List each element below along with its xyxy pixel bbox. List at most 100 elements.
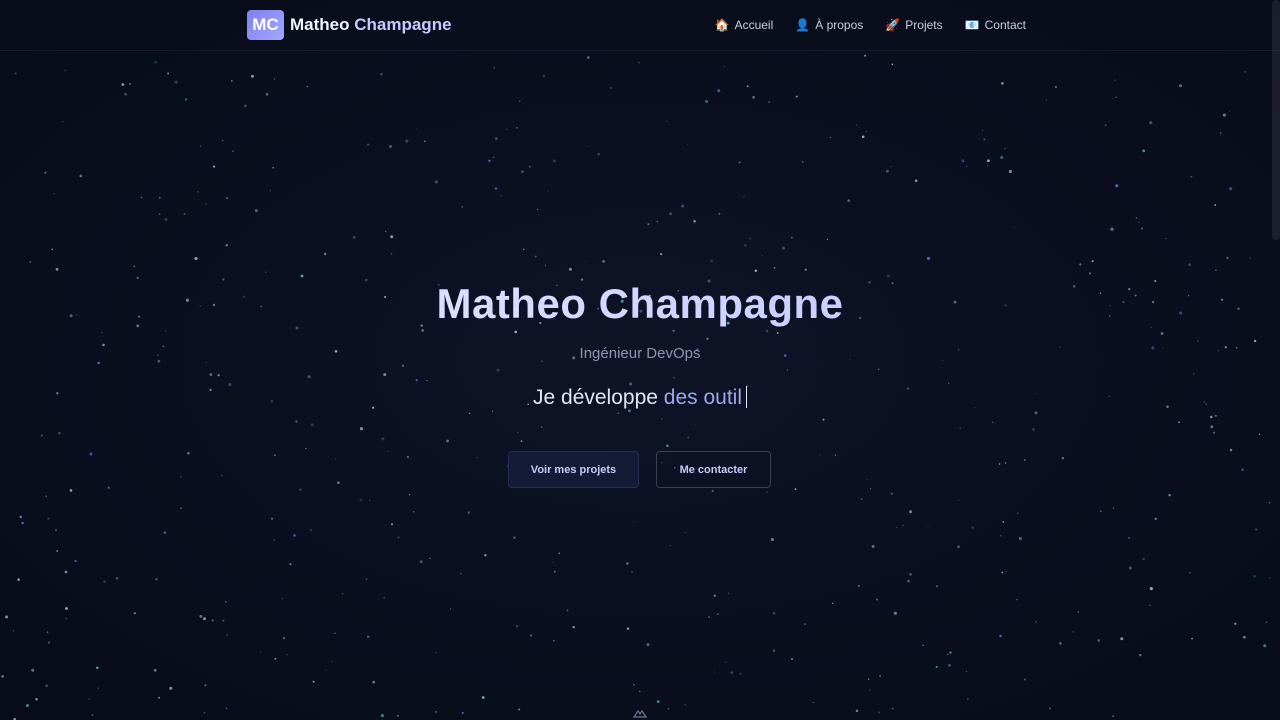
star bbox=[776, 332, 779, 334]
star bbox=[1168, 493, 1171, 497]
star bbox=[999, 535, 1002, 537]
star bbox=[91, 713, 94, 717]
star bbox=[1128, 566, 1132, 570]
star bbox=[638, 690, 641, 693]
page-scrollbar[interactable] bbox=[1272, 0, 1280, 240]
star bbox=[383, 597, 385, 599]
star bbox=[367, 143, 370, 146]
star bbox=[306, 86, 308, 88]
star bbox=[352, 235, 356, 239]
star bbox=[435, 651, 437, 653]
star bbox=[1268, 576, 1271, 579]
star bbox=[1138, 221, 1140, 223]
star bbox=[260, 651, 262, 653]
brand[interactable]: MC Matheo Champagne bbox=[247, 10, 452, 40]
star bbox=[1263, 644, 1267, 648]
star bbox=[909, 572, 912, 576]
star bbox=[158, 196, 161, 199]
star bbox=[121, 83, 125, 86]
star bbox=[298, 488, 302, 491]
star bbox=[886, 274, 890, 278]
star bbox=[390, 523, 394, 526]
star bbox=[31, 668, 35, 672]
star bbox=[1032, 428, 1035, 431]
star bbox=[225, 707, 228, 710]
star bbox=[461, 711, 464, 714]
star bbox=[124, 92, 128, 96]
star bbox=[272, 166, 274, 169]
star bbox=[625, 562, 629, 565]
star bbox=[96, 666, 99, 670]
star bbox=[902, 524, 904, 527]
nav-item-a-propos[interactable]: 👤 À propos bbox=[795, 18, 863, 32]
star bbox=[587, 145, 589, 147]
star bbox=[194, 256, 198, 261]
star bbox=[449, 608, 452, 610]
star bbox=[547, 190, 549, 192]
star bbox=[225, 243, 229, 247]
star bbox=[1188, 571, 1191, 574]
star bbox=[1104, 124, 1107, 127]
brand-name: Matheo Champagne bbox=[290, 15, 452, 35]
star bbox=[309, 529, 312, 532]
star bbox=[1192, 372, 1195, 375]
star bbox=[536, 208, 539, 211]
scroll-down-icon[interactable] bbox=[632, 706, 648, 720]
brand-name-last: Champagne bbox=[354, 15, 452, 34]
star bbox=[708, 616, 711, 619]
star bbox=[429, 557, 431, 559]
star bbox=[855, 709, 859, 713]
star bbox=[415, 379, 418, 382]
star bbox=[1228, 110, 1230, 112]
nav-item-accueil[interactable]: 🏠 Accueil bbox=[715, 18, 774, 32]
star bbox=[585, 261, 587, 263]
star bbox=[25, 704, 29, 708]
star bbox=[1258, 433, 1261, 436]
star bbox=[62, 121, 64, 123]
star bbox=[948, 664, 951, 667]
star bbox=[224, 600, 227, 604]
view-projects-button[interactable]: Voir mes projets bbox=[508, 451, 639, 488]
star bbox=[164, 217, 168, 221]
contact-me-button[interactable]: Me contacter bbox=[656, 451, 771, 488]
star bbox=[667, 707, 670, 710]
star bbox=[286, 654, 288, 656]
rocket-icon: 🚀 bbox=[885, 18, 901, 32]
star bbox=[927, 525, 929, 527]
star bbox=[264, 271, 267, 274]
star bbox=[1249, 257, 1251, 259]
star bbox=[79, 174, 83, 178]
star bbox=[1268, 502, 1271, 504]
star bbox=[1002, 521, 1005, 523]
star bbox=[768, 100, 771, 103]
star bbox=[51, 248, 54, 251]
star bbox=[738, 161, 741, 164]
star bbox=[64, 570, 68, 574]
star bbox=[153, 668, 157, 672]
star bbox=[305, 447, 307, 450]
star bbox=[64, 69, 67, 72]
star bbox=[1097, 639, 1100, 642]
nav-item-contact[interactable]: 📧 Contact bbox=[965, 18, 1026, 32]
star bbox=[174, 80, 178, 84]
star bbox=[1220, 132, 1222, 134]
star bbox=[230, 79, 233, 82]
star bbox=[380, 714, 384, 718]
star bbox=[986, 164, 989, 167]
star bbox=[47, 517, 50, 520]
star bbox=[991, 421, 994, 424]
star bbox=[1061, 456, 1065, 460]
star bbox=[226, 634, 228, 636]
star bbox=[107, 486, 110, 489]
star bbox=[646, 643, 650, 647]
star bbox=[180, 476, 182, 478]
star bbox=[1160, 332, 1164, 335]
star bbox=[870, 488, 872, 490]
star bbox=[656, 220, 659, 223]
star bbox=[1214, 204, 1217, 206]
nav-item-projets[interactable]: 🚀 Projets bbox=[885, 18, 942, 32]
star bbox=[101, 331, 104, 334]
star bbox=[711, 489, 714, 493]
star bbox=[830, 137, 832, 139]
star bbox=[1018, 537, 1021, 539]
